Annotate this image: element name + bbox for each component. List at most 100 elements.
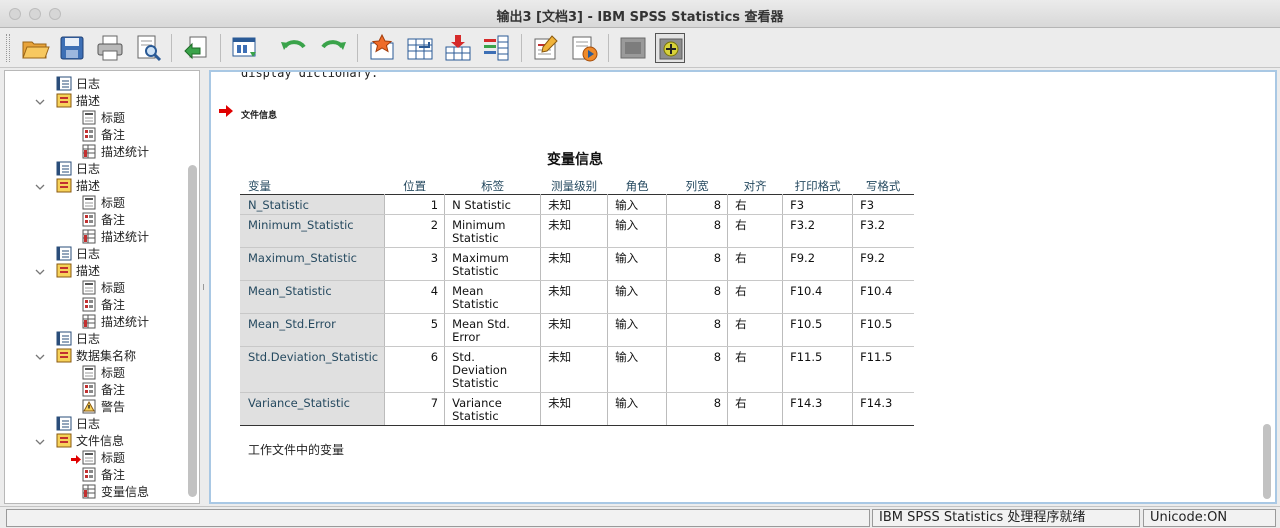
outline-item[interactable]: 日志: [56, 75, 100, 92]
toolbar-grip[interactable]: [6, 34, 10, 62]
outline-item[interactable]: 描述统计: [81, 228, 149, 245]
table-cell: 7: [384, 392, 445, 426]
outline-item[interactable]: 标题: [81, 109, 125, 126]
title-bar: 输出3 [文档3] - IBM SPSS Statistics 查看器: [0, 0, 1280, 28]
table-cell: 8: [666, 194, 728, 215]
outline-item[interactable]: 描述: [56, 177, 100, 194]
outline-item[interactable]: 文件信息: [56, 432, 124, 449]
print-preview-icon: [137, 35, 162, 62]
goto-case-button[interactable]: [405, 33, 435, 63]
outline-item[interactable]: 警告: [81, 398, 125, 415]
outline-scrollbar-thumb[interactable]: [188, 165, 197, 497]
goto-variable-icon: [445, 35, 471, 61]
table-cell: F14.3: [852, 392, 914, 426]
undo-button[interactable]: [279, 33, 309, 63]
table-cell: 2: [384, 214, 445, 248]
outline-item[interactable]: 数据集名称: [56, 347, 136, 364]
goto-data-button[interactable]: [367, 33, 397, 63]
outline-item[interactable]: 描述: [56, 262, 100, 279]
outline-item[interactable]: 描述统计: [81, 313, 149, 330]
collapse-chevron-icon[interactable]: [35, 266, 45, 280]
table-cell: 右: [727, 346, 783, 393]
table-cell: 输入: [607, 346, 667, 393]
redo-icon: [321, 40, 346, 50]
outline-item-label: 备注: [101, 213, 126, 227]
outline-item[interactable]: 备注: [81, 296, 125, 313]
table-cell: 右: [727, 280, 783, 314]
splitter-grip: [203, 284, 206, 290]
toolbar-separator: [357, 34, 358, 62]
table-cell: 未知: [540, 346, 608, 393]
collapse-chevron-icon[interactable]: [35, 436, 45, 450]
variables-icon: [484, 35, 509, 61]
redo-button[interactable]: [318, 33, 348, 63]
table-cell: 输入: [607, 280, 667, 314]
table-cell: 输入: [607, 214, 667, 248]
outline-item[interactable]: 备注: [81, 466, 125, 483]
outline-item[interactable]: 备注: [81, 211, 125, 228]
outline-item-label: 警告: [101, 400, 126, 414]
outline-panel[interactable]: 日志 描述 标题 备注 描述统计 日志 描述 标题 备注 描述统计 日志 描述 标题 备注 描述统计 日志 数据…: [4, 70, 200, 504]
column-header: 变量: [248, 178, 271, 193]
outline-item[interactable]: 标题: [81, 449, 125, 466]
row-label-cell: Variance_Statistic: [240, 392, 385, 426]
print-preview-button[interactable]: [133, 33, 163, 63]
table-cell: F10.5: [782, 313, 853, 347]
table-cell: 未知: [540, 313, 608, 347]
variables-button[interactable]: [481, 33, 511, 63]
insert-title-button[interactable]: [531, 33, 561, 63]
outline-item[interactable]: 日志: [56, 160, 100, 177]
status-message-area: [6, 509, 870, 527]
content-scrollbar-thumb[interactable]: [1263, 424, 1271, 499]
expand-button[interactable]: [655, 33, 685, 63]
print-button[interactable]: [95, 33, 125, 63]
outline-item[interactable]: 日志: [56, 245, 100, 262]
hide-button[interactable]: [618, 33, 648, 63]
outline-item[interactable]: 标题: [81, 364, 125, 381]
insert-text-button[interactable]: [569, 33, 599, 63]
collapse-chevron-icon[interactable]: [35, 351, 45, 365]
outline-item[interactable]: 描述: [56, 92, 100, 109]
row-label-cell: Mean_Statistic: [240, 280, 385, 314]
table-row: Maximum_Statistic 3 Maximum Statistic 未知 输入 8…: [240, 247, 914, 281]
outline-item[interactable]: 备注: [81, 381, 125, 398]
row-label-cell: N_Statistic: [240, 194, 385, 215]
unicode-status: Unicode:ON: [1143, 509, 1276, 527]
table-icon: [81, 484, 97, 499]
outline-item[interactable]: 标题: [81, 279, 125, 296]
table-cell: 8: [666, 392, 728, 426]
collapse-chevron-icon[interactable]: [35, 96, 45, 110]
outline-item[interactable]: 变量信息: [81, 483, 149, 500]
panel-splitter[interactable]: [201, 70, 208, 504]
syntax-log-line: display dictionary.: [241, 70, 379, 80]
outline-item-label: 日志: [76, 77, 101, 91]
collapse-chevron-icon[interactable]: [35, 181, 45, 195]
toolbar-separator: [171, 34, 172, 62]
expand-icon: [659, 38, 683, 60]
outline-item-label: 标题: [101, 281, 126, 295]
outline-item-label: 描述: [76, 264, 101, 278]
table-row: Variance_Statistic 7 Variance Statistic 未知输…: [240, 392, 914, 426]
export-button[interactable]: [181, 33, 211, 63]
outline-item[interactable]: 日志: [56, 330, 100, 347]
recall-dialog-button[interactable]: [230, 33, 260, 63]
open-button[interactable]: [20, 33, 50, 63]
print-icon: [97, 35, 123, 61]
outline-item[interactable]: 描述统计: [81, 143, 149, 160]
save-button[interactable]: [57, 33, 87, 63]
goto-variable-button[interactable]: [443, 33, 473, 63]
outline-item[interactable]: 备注: [81, 126, 125, 143]
table-cell: 8: [666, 280, 728, 314]
outline-item-label: 描述统计: [101, 145, 150, 159]
table-cell: 未知: [540, 247, 608, 281]
outline-item-label: 描述统计: [101, 230, 150, 244]
log-icon: [56, 331, 72, 346]
table-cell: 未知: [540, 280, 608, 314]
outline-item[interactable]: 日志: [56, 415, 100, 432]
toolbar-separator: [220, 34, 221, 62]
output-content[interactable]: display dictionary. 文件信息 变量信息 变量 位置 标签 测量级别…: [209, 70, 1277, 504]
outline-item[interactable]: 标题: [81, 194, 125, 211]
variable-info-table[interactable]: 变量 位置 标签 测量级别 角色 列宽 对齐 打印格式 写格式 N_Statistic 1 N St…: [240, 172, 914, 426]
outline-item-label: 日志: [76, 332, 101, 346]
table-footnote: 工作文件中的变量: [248, 443, 345, 457]
